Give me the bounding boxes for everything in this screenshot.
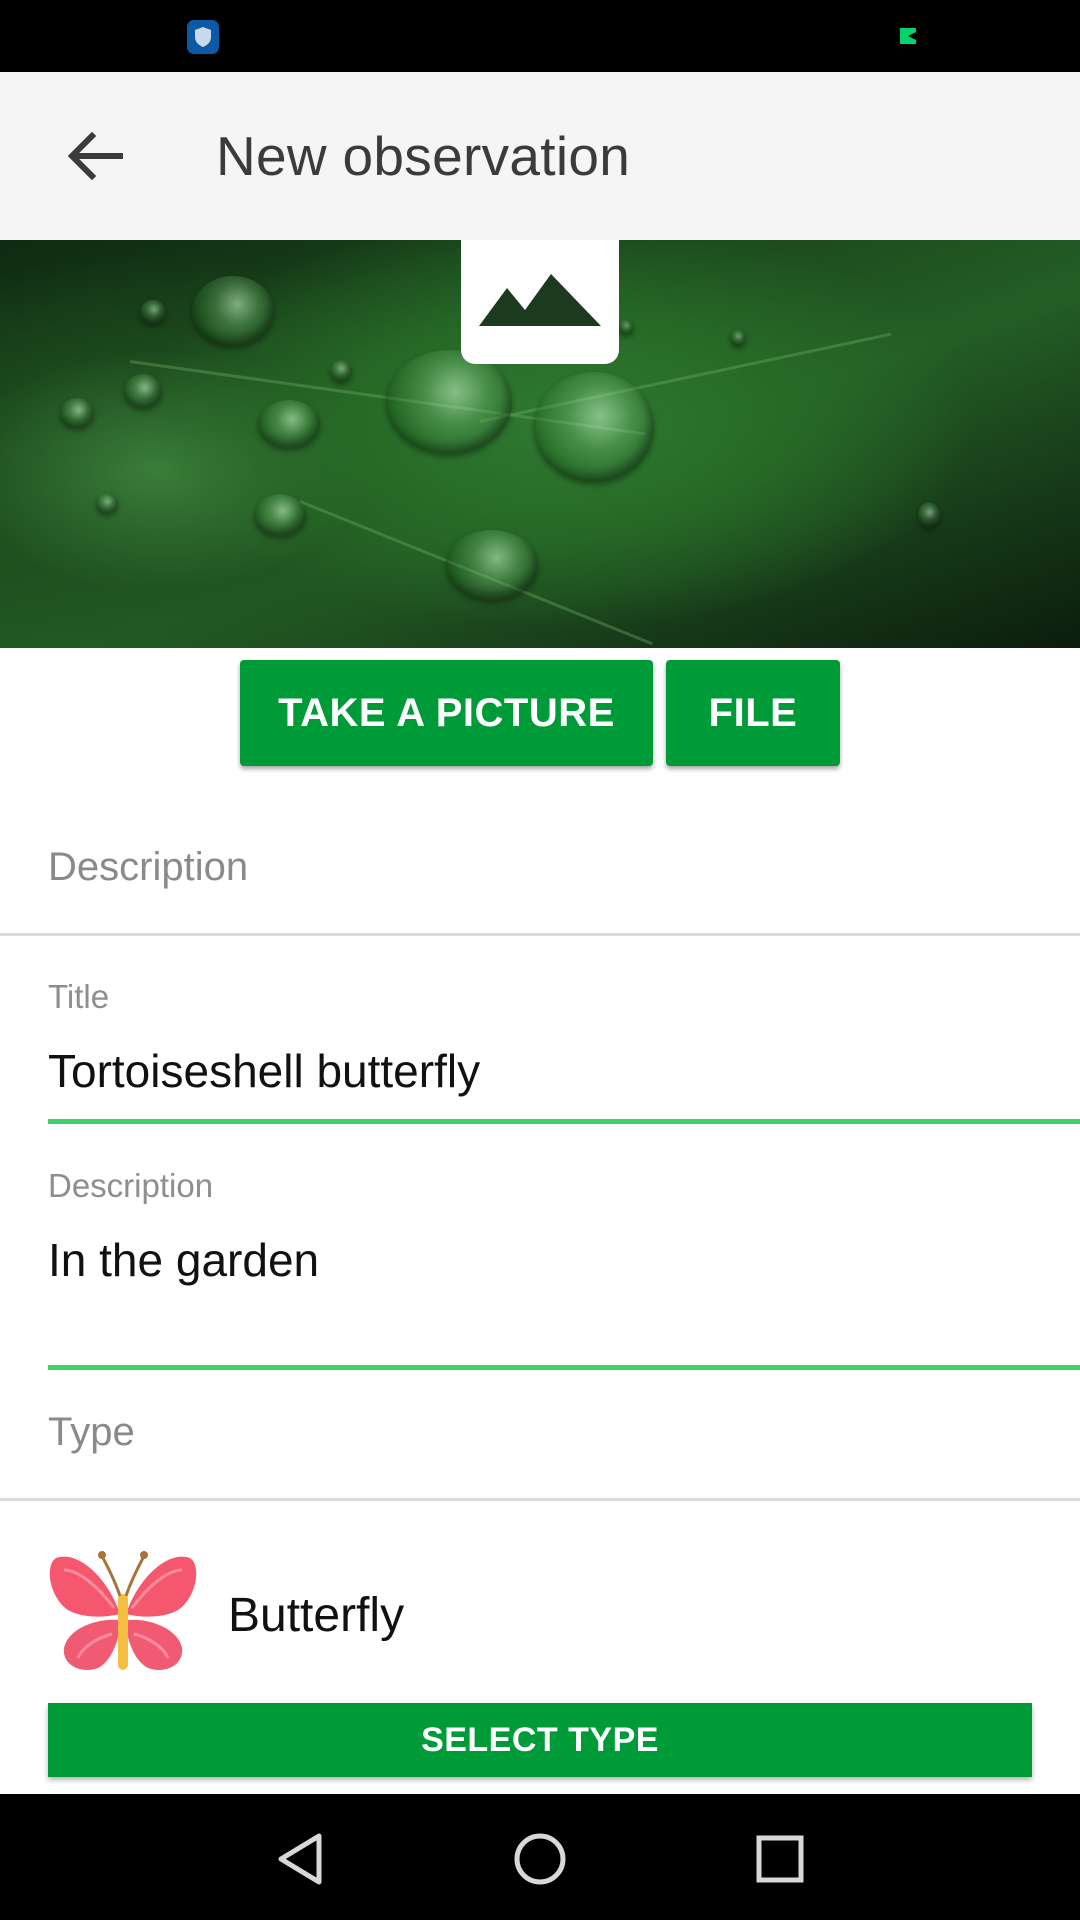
title-field[interactable]: Tortoiseshell butterfly [48, 1044, 480, 1098]
green-notification-icon [900, 28, 916, 44]
water-drop [534, 372, 654, 482]
selected-type-label: Butterfly [228, 1589, 405, 1642]
shield-icon [187, 20, 219, 54]
water-drop [730, 330, 746, 346]
nav-back-icon [278, 1833, 322, 1885]
select-type-button[interactable]: SELECT TYPE [48, 1703, 1032, 1777]
image-placeholder[interactable] [461, 240, 619, 364]
description-field-underline [48, 1365, 1080, 1370]
nav-back-button[interactable] [265, 1824, 335, 1894]
page-title: New observation [216, 125, 631, 187]
nav-recents-button[interactable] [745, 1824, 815, 1894]
nav-home-icon [514, 1833, 566, 1885]
water-drop [192, 276, 274, 346]
water-drop [918, 502, 940, 528]
title-field-label: Title [48, 978, 110, 1015]
water-drop [140, 300, 166, 324]
description-field[interactable]: In the garden [48, 1233, 319, 1287]
water-drop [124, 374, 162, 408]
butterfly-icon [49, 1551, 197, 1670]
status-bar [0, 0, 1080, 72]
water-drop [386, 350, 512, 454]
arrow-left-icon [68, 131, 123, 181]
navigation-bar [0, 1794, 1080, 1920]
divider [0, 1498, 1080, 1501]
screen: New observation TAKE A PICTURE FILE Desc… [0, 0, 1080, 1920]
image-mountains-icon [479, 274, 601, 326]
water-drop [60, 398, 94, 428]
description-section-header: Description [48, 845, 249, 889]
water-drop [330, 360, 352, 382]
title-field-underline [48, 1119, 1080, 1124]
back-button[interactable] [52, 112, 140, 200]
take-picture-button[interactable]: TAKE A PICTURE [240, 660, 653, 766]
water-drop [446, 530, 538, 600]
type-section-header: Type [48, 1410, 135, 1454]
nav-home-button[interactable] [505, 1824, 575, 1894]
water-drop [258, 400, 320, 448]
app-bar: New observation [0, 72, 1080, 240]
water-drop [254, 494, 306, 536]
file-button[interactable]: FILE [666, 660, 840, 766]
water-drop [618, 320, 634, 334]
nav-recents-icon [756, 1835, 804, 1883]
divider [0, 933, 1080, 936]
water-drop [96, 494, 118, 514]
description-field-label: Description [48, 1167, 214, 1204]
